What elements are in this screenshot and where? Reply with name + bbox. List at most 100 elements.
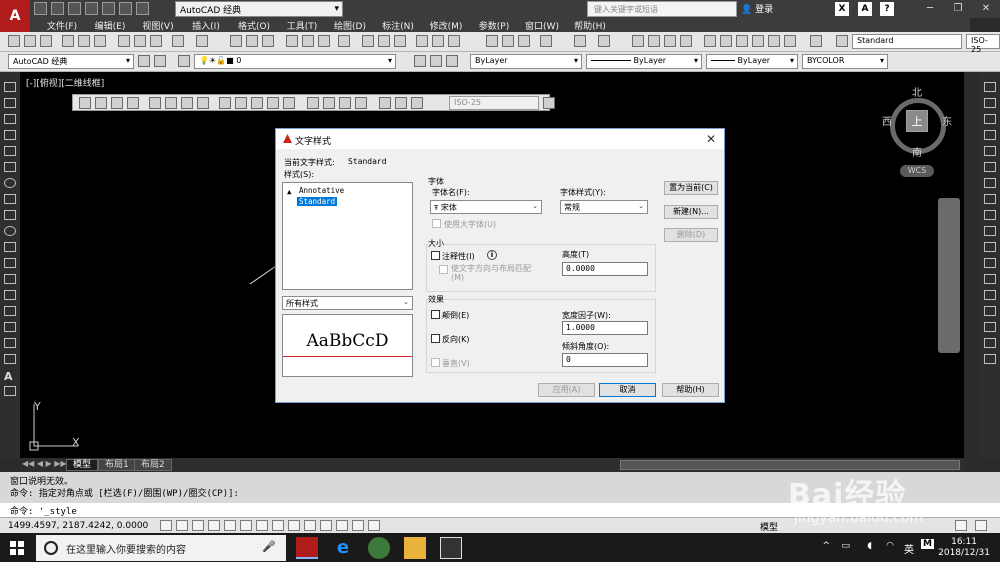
help-icon[interactable]: ? [880, 2, 894, 16]
annotative-checkbox[interactable] [431, 251, 440, 260]
cut-icon[interactable] [486, 35, 498, 47]
video-editor-icon[interactable] [440, 537, 462, 559]
restore-button[interactable]: ❐ [944, 0, 972, 18]
copy-icon[interactable] [502, 35, 514, 47]
login-link[interactable]: 👤 登录 [741, 2, 773, 15]
make-layer-current-icon[interactable] [414, 55, 426, 67]
gradient-icon[interactable] [4, 322, 16, 332]
explode-icon[interactable] [984, 354, 996, 364]
close-button[interactable]: ✕ [972, 0, 1000, 18]
tray-chevron-icon[interactable]: ^ [822, 541, 830, 551]
mirror-icon[interactable] [984, 114, 996, 124]
menu-tools[interactable]: 工具(T) [278, 18, 326, 32]
help-search-input[interactable]: 键入关键字或短语 [587, 1, 737, 17]
save-icon[interactable] [394, 35, 406, 47]
angular-dim-icon[interactable] [197, 97, 209, 109]
zoom-window-icon[interactable] [664, 35, 676, 47]
input-method-icon[interactable]: M [921, 539, 934, 549]
grid-display-icon[interactable] [192, 520, 204, 531]
styles-list[interactable]: ▲ Annotative Standard [282, 182, 413, 290]
plotstyle-combo[interactable]: BYCOLOR ▾ [802, 54, 888, 69]
tab-nav-arrows-icon[interactable]: ◀◀ ◀ ▶ ▶▶ [22, 459, 67, 468]
tab-layout2[interactable]: 布局2 [134, 459, 172, 471]
volume-icon[interactable]: ◖ [867, 541, 872, 551]
menu-parametric[interactable]: 参数(P) [470, 18, 518, 32]
save-icon[interactable] [68, 2, 81, 15]
oblique-angle-input[interactable]: 0 [562, 353, 648, 367]
rotate-icon[interactable] [984, 178, 996, 188]
trim-icon[interactable] [984, 226, 996, 236]
transparency-icon[interactable] [336, 520, 348, 531]
snap-mode-icon[interactable] [176, 520, 188, 531]
copy-object-icon[interactable] [984, 98, 996, 108]
publish-icon[interactable] [448, 35, 460, 47]
text-style-combo[interactable]: Standard [852, 34, 962, 49]
list-item-standard[interactable]: Standard [297, 197, 338, 206]
paste-icon[interactable] [150, 35, 162, 47]
make-block-icon[interactable] [4, 274, 16, 284]
tolerance-icon[interactable] [307, 97, 319, 109]
design-center-icon[interactable] [720, 35, 732, 47]
plot-preview-icon[interactable] [78, 35, 90, 47]
zoom-previous-icon[interactable] [680, 35, 692, 47]
erase-icon[interactable] [984, 82, 996, 92]
ellipse-arc-icon[interactable] [4, 242, 16, 252]
app-icon[interactable] [368, 537, 390, 559]
dialog-close-icon[interactable]: ✕ [706, 132, 716, 146]
3d-osnap-icon[interactable] [256, 520, 268, 531]
compass-north[interactable]: 北 [912, 84, 922, 99]
selection-cycling-icon[interactable] [368, 520, 380, 531]
tab-model[interactable]: 模型 [66, 459, 99, 471]
set-current-button[interactable]: 置为当前(C) [664, 181, 718, 195]
font-name-dropdown[interactable]: Ŧ 宋体 ⌄ [430, 200, 542, 214]
menu-view[interactable]: 视图(V) [134, 18, 182, 32]
lightbulb-icon[interactable] [955, 520, 967, 531]
lineweight-combo[interactable]: ByLayer ▾ [706, 54, 798, 69]
plot-icon[interactable] [416, 35, 428, 47]
file-explorer-icon[interactable] [404, 537, 426, 559]
dim-update-icon[interactable] [411, 97, 423, 109]
spline-icon[interactable] [4, 210, 16, 220]
inspection-icon[interactable] [339, 97, 351, 109]
workspace-save-icon[interactable] [154, 55, 166, 67]
exchange-icon[interactable]: X [835, 2, 849, 16]
compass-west[interactable]: 西 [882, 113, 892, 128]
undo-icon[interactable] [574, 35, 586, 47]
lineweight-icon[interactable] [320, 520, 332, 531]
sheet-set-icon[interactable] [752, 35, 764, 47]
publish-icon[interactable] [94, 35, 106, 47]
match-properties-icon[interactable] [540, 35, 552, 47]
break-at-point-icon[interactable] [984, 258, 996, 268]
menu-edit[interactable]: 编辑(E) [86, 18, 134, 32]
array-icon[interactable] [984, 146, 996, 156]
zoom-realtime-icon[interactable] [648, 35, 660, 47]
hatch-icon[interactable] [4, 306, 16, 316]
arc-icon[interactable] [4, 162, 16, 172]
style-filter-dropdown[interactable]: 所有样式 ⌄ [282, 296, 413, 310]
insert-block-icon[interactable] [4, 258, 16, 268]
menu-insert[interactable]: 插入(I) [182, 18, 230, 32]
infer-constraints-icon[interactable] [160, 520, 172, 531]
taskbar-search-input[interactable]: 在这里输入你要搜索的内容 🎤 [36, 535, 286, 561]
dynamic-ucs-icon[interactable] [288, 520, 300, 531]
layer-states-icon[interactable] [446, 55, 458, 67]
properties-icon[interactable] [704, 35, 716, 47]
tab-layout1[interactable]: 布局1 [98, 459, 136, 471]
ellipse-icon[interactable] [4, 226, 16, 236]
stretch-icon[interactable] [984, 210, 996, 220]
add-selected-icon[interactable] [4, 386, 16, 396]
baseline-dim-icon[interactable] [235, 97, 247, 109]
pan-icon[interactable] [230, 35, 242, 47]
layer-previous-icon[interactable] [430, 55, 442, 67]
table-icon[interactable] [4, 354, 16, 364]
construction-line-icon[interactable] [4, 98, 16, 108]
layer-properties-icon[interactable] [178, 55, 190, 67]
menu-format[interactable]: 格式(O) [230, 18, 278, 32]
jogged-dim-icon[interactable] [165, 97, 177, 109]
dynamic-input-icon[interactable] [304, 520, 316, 531]
linetype-combo[interactable]: ByLayer ▾ [586, 54, 702, 69]
ortho-mode-icon[interactable] [208, 520, 220, 531]
cut-icon[interactable] [118, 35, 130, 47]
workspace-select[interactable]: AutoCAD 经典 ▾ [175, 1, 343, 17]
horizontal-scrollbar[interactable] [620, 460, 960, 470]
